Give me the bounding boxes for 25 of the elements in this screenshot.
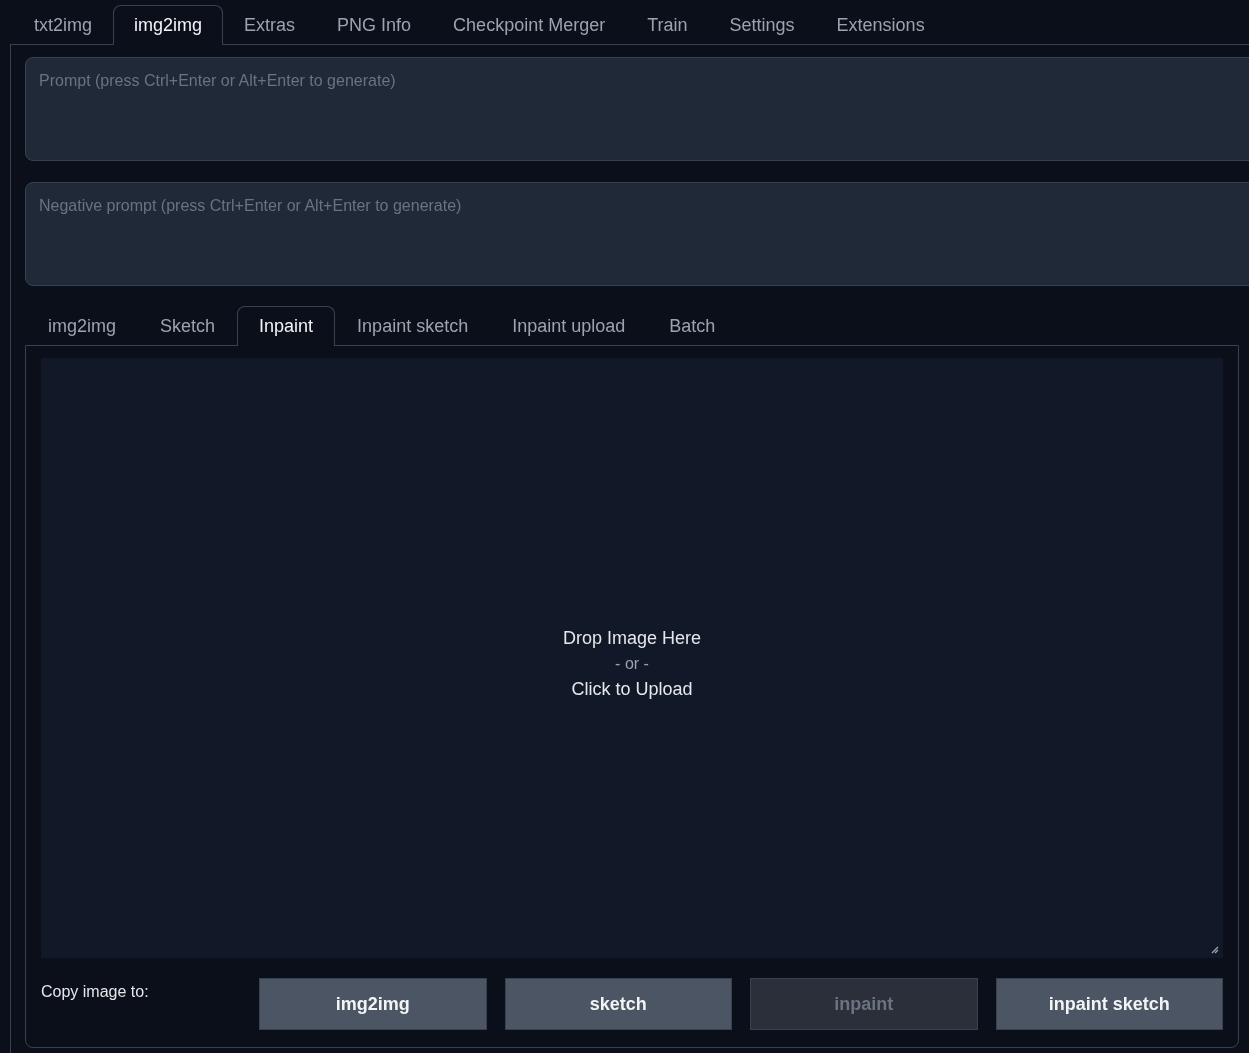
upload-text: Click to Upload	[571, 678, 693, 700]
mode-tab[interactable]: img2img	[26, 306, 139, 346]
prompt-field[interactable]: Prompt (press Ctrl+Enter or Alt+Enter to generate)	[25, 57, 1249, 161]
main-tab[interactable]: Extensions	[815, 5, 946, 45]
copy-button[interactable]: sketch	[504, 978, 732, 1030]
negative-prompt-field[interactable]: Negative prompt (press Ctrl+Enter or Alt+Enter to generate)	[25, 182, 1249, 286]
mode-tab[interactable]: Inpaint sketch	[335, 306, 491, 346]
main-tab[interactable]: PNG Info	[316, 5, 433, 45]
mode-tab[interactable]: Inpaint upload	[490, 306, 648, 346]
mode-tab[interactable]: Sketch	[138, 306, 238, 346]
main-tab[interactable]: Extras	[223, 5, 317, 45]
resize-grip-icon[interactable]	[1211, 946, 1219, 954]
or-text: - or -	[615, 654, 649, 673]
mode-tab[interactable]: Inpaint	[237, 306, 336, 346]
mode-tab[interactable]: Batch	[647, 306, 738, 346]
image-drop-area[interactable]: Drop Image Here - or - Click to Upload	[41, 358, 1223, 958]
main-tab[interactable]: Checkpoint Merger	[432, 5, 627, 45]
copy-label: Copy image to:	[41, 982, 150, 1002]
main-tab[interactable]: img2img	[113, 5, 224, 45]
main-tab[interactable]: txt2img	[13, 5, 114, 45]
drop-text: Drop Image Here	[562, 627, 702, 649]
main-tab[interactable]: Settings	[708, 5, 816, 45]
copy-button[interactable]: img2img	[259, 978, 487, 1030]
main-tab[interactable]: Train	[626, 5, 709, 45]
copy-button[interactable]: inpaint sketch	[995, 978, 1223, 1030]
